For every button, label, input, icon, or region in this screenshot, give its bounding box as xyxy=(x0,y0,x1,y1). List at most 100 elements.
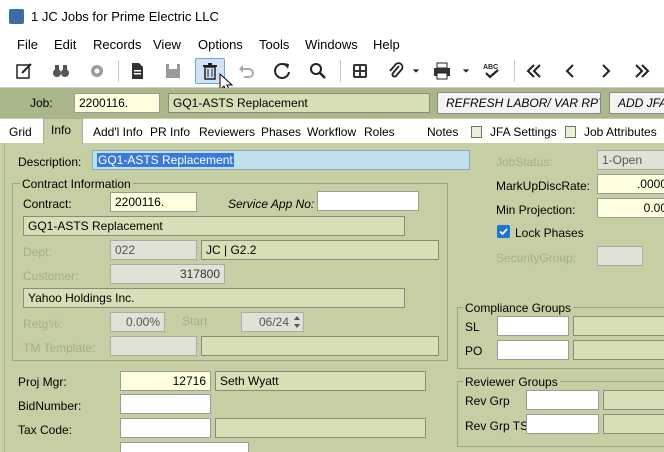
customer-field[interactable]: 317800 xyxy=(110,264,225,284)
toolbar: ABC xyxy=(0,55,664,94)
tab-reviewers[interactable]: Reviewers xyxy=(199,125,255,139)
lock-phases-checkbox[interactable] xyxy=(497,225,510,238)
tax-code-field[interactable] xyxy=(120,418,211,438)
description-label: Description: xyxy=(18,155,82,169)
svg-text:ABC: ABC xyxy=(483,64,498,71)
tab-grid[interactable]: Grid xyxy=(9,125,32,139)
binoculars-icon[interactable] xyxy=(48,58,74,84)
tab-notes[interactable]: Notes xyxy=(427,125,458,139)
menu-bar: File Edit Records View Options Tools Win… xyxy=(0,33,664,55)
refresh-icon[interactable] xyxy=(269,58,295,84)
description-text: GQ1-ASTS Replacement xyxy=(97,153,234,167)
dept-field[interactable]: 022 xyxy=(110,240,197,260)
dept-description-field: JC | G2.2 xyxy=(201,240,439,260)
customer-label: Customer: xyxy=(23,269,79,283)
edit-icon[interactable] xyxy=(11,58,37,84)
undo-icon[interactable] xyxy=(233,58,259,84)
menu-records[interactable]: Records xyxy=(93,37,141,52)
title-bar: 1 JC Jobs for Prime Electric LLC xyxy=(0,0,664,33)
chevron-down-icon[interactable] xyxy=(459,58,473,84)
customer-name-field: Yahoo Holdings Inc. xyxy=(23,288,405,308)
markup-disc-rate-field[interactable]: .0000 xyxy=(597,174,664,194)
calculator-icon[interactable] xyxy=(347,58,373,84)
service-app-field[interactable] xyxy=(317,191,419,211)
jfa-settings-icon xyxy=(471,126,482,138)
min-projection-field[interactable]: 0.00 xyxy=(597,198,664,218)
tab-addl-info[interactable]: Add'l Info xyxy=(93,125,143,139)
tm-template-description-field xyxy=(201,336,439,356)
proj-mgr-field[interactable]: 12716 xyxy=(120,371,211,391)
po-description-field xyxy=(573,340,664,360)
contract-label: Contract: xyxy=(23,197,72,211)
job-status-label: JobStatus: xyxy=(496,155,553,169)
menu-file[interactable]: File xyxy=(17,37,38,52)
last-record-icon[interactable] xyxy=(629,58,655,84)
security-group-label: SecurityGroup: xyxy=(496,251,577,265)
spellcheck-icon[interactable]: ABC xyxy=(479,58,505,84)
tm-template-field[interactable] xyxy=(110,336,197,356)
tax-code-description-field xyxy=(215,418,426,438)
chevron-down-icon[interactable] xyxy=(409,58,423,84)
tax-code-label: Tax Code: xyxy=(18,423,73,437)
contract-field[interactable]: 2200116. xyxy=(110,192,197,212)
rev-grp-ts-field[interactable] xyxy=(526,414,599,434)
tab-roles[interactable]: Roles xyxy=(364,125,395,139)
next-record-icon[interactable] xyxy=(593,58,619,84)
save-icon[interactable] xyxy=(160,58,186,84)
tab-jfa-settings[interactable]: JFA Settings xyxy=(490,125,557,139)
add-jfa-button[interactable]: ADD JFA xyxy=(609,92,664,114)
rev-grp-description-field xyxy=(603,390,664,410)
paperclip-icon[interactable] xyxy=(383,58,409,84)
menu-edit[interactable]: Edit xyxy=(54,37,76,52)
tab-workflow[interactable]: Workflow xyxy=(307,125,356,139)
first-record-icon[interactable] xyxy=(521,58,547,84)
min-projection-label: Min Projection: xyxy=(496,203,576,217)
window-title: 1 JC Jobs for Prime Electric LLC xyxy=(31,9,219,24)
retg-label: Retg%: xyxy=(23,317,63,331)
tab-phases[interactable]: Phases xyxy=(261,125,301,139)
job-header: Job: 2200116. GQ1-ASTS Replacement REFRE… xyxy=(0,88,664,118)
po-label: PO xyxy=(465,344,483,358)
app-icon xyxy=(9,9,24,24)
refresh-labor-var-rpt-button[interactable]: REFRESH LABOR/ VAR RPT xyxy=(437,92,601,114)
menu-help[interactable]: Help xyxy=(373,37,400,52)
previous-record-icon[interactable] xyxy=(557,58,583,84)
job-attributes-icon xyxy=(565,126,576,138)
dept-label: Dept: xyxy=(23,245,52,259)
job-number-field[interactable]: 2200116. xyxy=(74,93,160,113)
lock-phases-label: Lock Phases xyxy=(515,226,584,240)
service-app-label: Service App No: xyxy=(228,197,315,211)
bid-number-field[interactable] xyxy=(120,394,211,414)
security-group-field[interactable] xyxy=(597,246,643,266)
job-label: Job: xyxy=(30,96,53,110)
next-field-partial[interactable] xyxy=(120,442,249,452)
menu-options[interactable]: Options xyxy=(198,37,243,52)
document-icon[interactable] xyxy=(124,58,150,84)
proj-mgr-name-field: Seth Wyatt xyxy=(215,371,426,391)
job-description-field[interactable]: GQ1-ASTS Replacement xyxy=(168,93,430,113)
sl-label: SL xyxy=(465,320,480,334)
print-icon[interactable] xyxy=(429,58,455,84)
sl-field[interactable] xyxy=(497,316,569,336)
po-field[interactable] xyxy=(497,340,569,360)
tab-pr-info[interactable]: PR Info xyxy=(150,125,190,139)
compliance-groups-label: Compliance Groups xyxy=(463,301,574,315)
gear-icon[interactable] xyxy=(84,58,110,84)
tab-info[interactable]: Info xyxy=(51,123,71,137)
description-field[interactable]: GQ1-ASTS Replacement xyxy=(92,150,470,170)
bid-number-label: BidNumber: xyxy=(18,399,82,413)
menu-view[interactable]: View xyxy=(153,37,181,52)
rev-grp-field[interactable] xyxy=(526,390,599,410)
contract-info-group-label: Contract Information xyxy=(20,177,133,191)
contract-description-field: GQ1-ASTS Replacement xyxy=(23,216,405,236)
job-status-field[interactable]: 1-Open xyxy=(597,150,664,170)
proj-mgr-label: Proj Mgr: xyxy=(18,375,67,389)
start-label: Start xyxy=(182,314,208,328)
retg-field[interactable]: 0.00% xyxy=(110,312,165,332)
search-icon[interactable] xyxy=(305,58,331,84)
date-spinner-icon[interactable] xyxy=(292,314,302,330)
tab-job-attributes[interactable]: Job Attributes xyxy=(584,125,657,139)
rev-grp-label: Rev Grp xyxy=(465,394,510,408)
menu-windows[interactable]: Windows xyxy=(305,37,358,52)
menu-tools[interactable]: Tools xyxy=(259,37,289,52)
